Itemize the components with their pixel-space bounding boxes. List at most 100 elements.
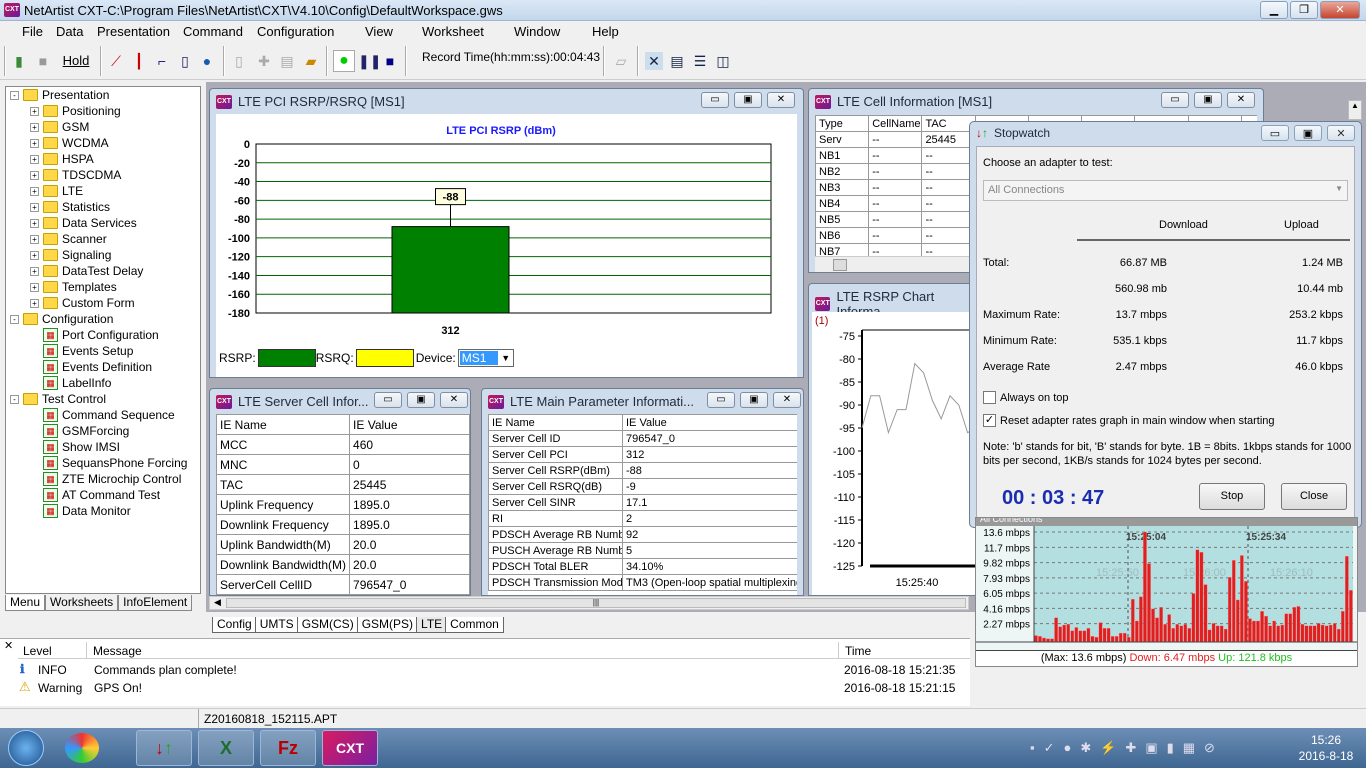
open-folder-icon[interactable]: ▱	[612, 52, 630, 70]
tree-item[interactable]: ▦ GSMForcing	[30, 423, 129, 439]
globe-icon[interactable]: ●	[198, 52, 216, 70]
table-row[interactable]: Uplink Frequency 1895.0	[216, 494, 470, 515]
system-tray-icons[interactable]: ▪✓●✱⚡✚▣▮▦⊘	[1030, 740, 1224, 756]
menu-command[interactable]: Command	[183, 24, 243, 39]
tree-item[interactable]: + Statistics	[30, 199, 110, 215]
close-button[interactable]: ✕	[1227, 92, 1255, 108]
tree-item[interactable]: + LTE	[30, 183, 83, 199]
table-row[interactable]: PDSCH Total BLER 34.10%	[488, 558, 797, 575]
tile-windows-icon[interactable]: ▤	[668, 52, 686, 70]
tree-item[interactable]: + DataTest Delay	[30, 263, 143, 279]
tree-item[interactable]: - Presentation	[10, 87, 109, 103]
taskbar-transfer-app[interactable]: ↓↑	[136, 730, 192, 766]
taskbar-cxt[interactable]: CXT	[322, 730, 378, 766]
tree-item[interactable]: ▦ AT Command Test	[30, 487, 160, 503]
table-row[interactable]: Server Cell SINR 17.1	[488, 494, 797, 511]
minimize-button[interactable]: ▭	[374, 392, 402, 408]
tree-item[interactable]: ▦ SequansPhone Forcing	[30, 455, 187, 471]
menu-view[interactable]: View	[365, 24, 393, 39]
table-row[interactable]: ServerCell CellID 796547_0	[216, 574, 470, 595]
table-row[interactable]: Uplink Bandwidth(M) 20.0	[216, 534, 470, 555]
menu-configuration[interactable]: Configuration	[257, 24, 334, 39]
restore-button[interactable]: ▣	[740, 392, 768, 408]
collapse-icon[interactable]: -	[10, 314, 19, 324]
collapse-icon[interactable]: -	[10, 394, 19, 404]
tab-infoelement[interactable]: InfoElement	[118, 595, 193, 611]
report-icon[interactable]: ▯	[176, 52, 194, 70]
tile-vertical-icon[interactable]: ◫	[714, 52, 732, 70]
menu-window[interactable]: Window	[514, 24, 560, 39]
trend-chart-icon[interactable]: ⌐	[153, 52, 171, 70]
minimize-button[interactable]: ▭	[1161, 92, 1189, 108]
tree-item[interactable]: + Positioning	[30, 103, 121, 119]
start-button[interactable]	[8, 730, 44, 766]
menu-file[interactable]: File	[22, 24, 43, 39]
clock-date[interactable]: 2016-8-18	[1290, 748, 1362, 764]
device-select[interactable]: MS1 ▼	[457, 349, 514, 367]
expand-icon[interactable]: +	[30, 138, 39, 148]
close-button[interactable]: ✕	[767, 92, 795, 108]
tree-item[interactable]: - Test Control	[10, 391, 106, 407]
close-button[interactable]: ✕	[773, 392, 801, 408]
tree-item[interactable]: ▦ Show IMSI	[30, 439, 120, 455]
expand-icon[interactable]: +	[30, 250, 39, 260]
stop-button[interactable]: ■	[381, 52, 399, 70]
close-button[interactable]: ✕	[440, 392, 468, 408]
menu-help[interactable]: Help	[592, 24, 619, 39]
column-header[interactable]: CellName	[868, 115, 923, 132]
table-row[interactable]: RI 2	[488, 510, 797, 527]
chevron-down-icon[interactable]: ▼	[499, 350, 513, 366]
table-row[interactable]: MNC 0	[216, 454, 470, 475]
table-row[interactable]: PUSCH Average RB Numbe 5	[488, 542, 797, 559]
expand-icon[interactable]: +	[30, 234, 39, 244]
menu-presentation[interactable]: Presentation	[97, 24, 170, 39]
minimize-button[interactable]: ▭	[707, 392, 735, 408]
maximize-button[interactable]: ❐	[1290, 1, 1318, 19]
minimize-button[interactable]: ▁	[1260, 1, 1288, 19]
sheet-tab-umts[interactable]: UMTS	[254, 617, 299, 633]
table-row[interactable]: TAC 25445	[216, 474, 470, 495]
line-chart-icon[interactable]: ⟋	[107, 52, 125, 70]
stop-button[interactable]: Stop	[1199, 483, 1265, 510]
close-dialog-button[interactable]: Close	[1281, 483, 1347, 510]
tree-item[interactable]: + HSPA	[30, 151, 94, 167]
table-row[interactable]: Server Cell RSRQ(dB) -9	[488, 478, 797, 495]
tree-item[interactable]: + Templates	[30, 279, 117, 295]
workspace-horizontal-scrollbar[interactable]: ◀ |||	[209, 596, 969, 610]
expand-icon[interactable]: +	[30, 154, 39, 164]
tree-item[interactable]: + Scanner	[30, 231, 107, 247]
table-row[interactable]: Downlink Frequency 1895.0	[216, 514, 470, 535]
table-row[interactable]: Server Cell ID 796547_0	[488, 430, 797, 447]
record-button[interactable]: ●	[333, 50, 355, 72]
expand-icon[interactable]: +	[30, 122, 39, 132]
taskbar-excel[interactable]: X	[198, 730, 254, 766]
tile-horizontal-icon[interactable]: ☰	[691, 52, 709, 70]
table-row[interactable]: Downlink Bandwidth(M) 20.0	[216, 554, 470, 575]
tree-item[interactable]: - Configuration	[10, 311, 113, 327]
tree-item[interactable]: ▦ Events Definition	[30, 359, 152, 375]
expand-icon[interactable]: +	[30, 170, 39, 180]
restore-button[interactable]: ▣	[1194, 92, 1222, 108]
close-button[interactable]: ✕	[1327, 125, 1355, 141]
log-row[interactable]: ⚠ Warning GPS On! 2016-08-18 15:21:15	[18, 679, 968, 697]
sheet-tab-lte[interactable]: LTE	[416, 617, 448, 633]
clock-time[interactable]: 15:26	[1290, 732, 1362, 748]
column-header[interactable]: IE Name	[216, 414, 351, 435]
tree-item[interactable]: ▦ Command Sequence	[30, 407, 175, 423]
reset-graph-checkbox[interactable]: ✓ Reset adapter rates graph in main wind…	[983, 414, 1275, 427]
close-button[interactable]: ✕	[1320, 1, 1360, 19]
tree-item[interactable]: + Data Services	[30, 215, 137, 231]
column-header[interactable]: IE Name	[488, 414, 623, 431]
table-row[interactable]: PDSCH Average RB Numbe 92	[488, 526, 797, 543]
tree-item[interactable]: ▦ LabelInfo	[30, 375, 111, 391]
column-level[interactable]: Level	[23, 644, 52, 658]
column-time[interactable]: Time	[838, 642, 877, 659]
connect-icon[interactable]: ▮	[10, 52, 28, 70]
tree-item[interactable]: ▦ Events Setup	[30, 343, 133, 359]
tree-item[interactable]: ▦ ZTE Microchip Control	[30, 471, 181, 487]
adapter-select[interactable]: All Connections ▼	[983, 180, 1348, 201]
menu-data[interactable]: Data	[56, 24, 83, 39]
sheet-tab-config[interactable]: Config	[212, 617, 257, 633]
log-row[interactable]: ℹ INFO Commands plan complete! 2016-08-1…	[18, 661, 968, 679]
column-header[interactable]: TAC	[921, 115, 976, 132]
